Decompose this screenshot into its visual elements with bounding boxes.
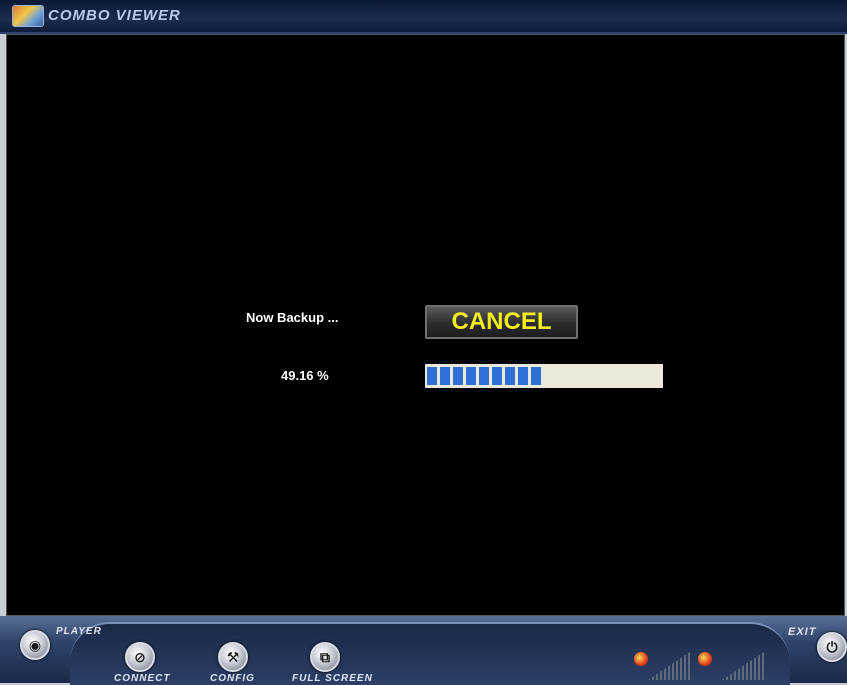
- player-label: PLAYER: [56, 626, 102, 637]
- speaker-icon[interactable]: [634, 652, 648, 666]
- player-icon[interactable]: ◉: [20, 630, 50, 660]
- config-icon[interactable]: ⚒: [218, 642, 248, 672]
- config-label: CONFIG: [210, 673, 255, 684]
- fullscreen-icon[interactable]: ⧉: [310, 642, 340, 672]
- exit-label: EXIT: [788, 626, 817, 638]
- window-title: COMBO VIEWER: [48, 7, 181, 24]
- app-logo-icon: [12, 5, 44, 27]
- title-bar: COMBO VIEWER: [0, 0, 847, 34]
- backup-status-label: Now Backup ...: [246, 310, 339, 325]
- connect-label: CONNECT: [114, 673, 171, 684]
- backup-percent-label: 49.16 %: [281, 368, 329, 383]
- cancel-button[interactable]: CANCEL: [425, 305, 578, 339]
- backup-progress-bar: [425, 364, 663, 388]
- connect-icon[interactable]: ⊘: [125, 642, 155, 672]
- mic-icon[interactable]: [698, 652, 712, 666]
- progress-fill: [427, 367, 543, 385]
- power-icon[interactable]: ⏻: [817, 632, 847, 662]
- fullscreen-label: FULL SCREEN: [292, 673, 373, 684]
